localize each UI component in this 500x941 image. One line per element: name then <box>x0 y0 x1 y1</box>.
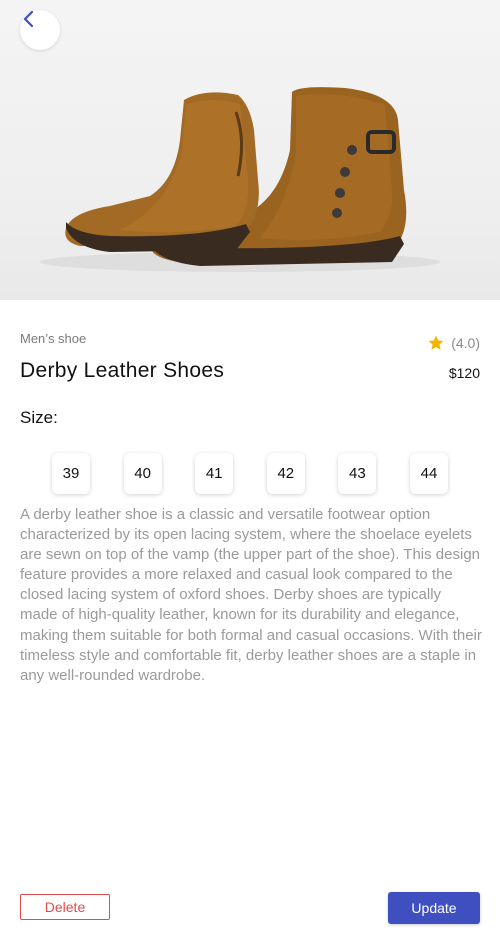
size-option-39[interactable]: 39 <box>52 453 90 494</box>
product-description: A derby leather shoe is a classic and ve… <box>20 506 482 684</box>
boots-illustration <box>40 87 440 272</box>
left-boot <box>65 92 259 252</box>
size-option-44[interactable]: 44 <box>409 453 448 494</box>
size-option-41[interactable]: 41 <box>195 453 234 494</box>
delete-button[interactable]: Delete <box>20 894 110 920</box>
product-rating: (4.0) <box>427 334 480 352</box>
star-icon <box>428 335 444 350</box>
product-title: Derby Leather Shoes <box>20 359 225 382</box>
product-image <box>0 0 500 300</box>
rating-value: (4.0) <box>451 335 480 351</box>
size-option-40[interactable]: 40 <box>123 453 162 494</box>
product-price: $120 <box>448 365 480 381</box>
update-button[interactable]: Update <box>388 892 480 924</box>
size-option-42[interactable]: 42 <box>266 453 305 494</box>
back-button[interactable] <box>20 10 60 50</box>
size-options: 39 40 41 42 43 44 <box>52 453 448 495</box>
size-label: Size: <box>20 408 58 427</box>
size-option-43[interactable]: 43 <box>338 453 377 494</box>
product-category: Men’s shoe <box>20 331 87 346</box>
chevron-left-icon <box>23 10 34 28</box>
